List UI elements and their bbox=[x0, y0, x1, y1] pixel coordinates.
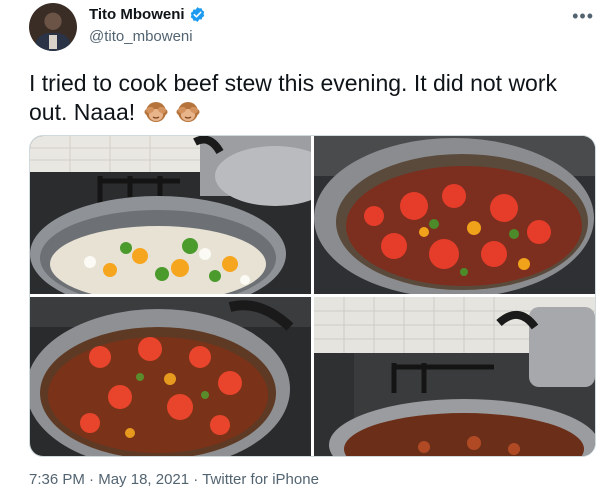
more-options-icon[interactable]: ••• bbox=[572, 6, 594, 27]
meta-separator: · bbox=[84, 471, 99, 488]
tweet-meta: 7:36 PM · May 18, 2021 · Twitter for iPh… bbox=[29, 471, 319, 488]
avatar-shirt bbox=[49, 35, 57, 49]
tweet-time[interactable]: 7:36 PM bbox=[29, 471, 85, 488]
photo-simmering-stew[interactable] bbox=[30, 297, 311, 456]
avatar[interactable] bbox=[29, 3, 77, 51]
tweet-source[interactable]: Twitter for iPhone bbox=[202, 471, 319, 488]
see-no-evil-monkey-icon bbox=[176, 102, 200, 122]
see-no-evil-monkey-icon bbox=[144, 102, 168, 122]
author-handle[interactable]: @tito_mboweni bbox=[89, 28, 193, 45]
author-name[interactable]: Tito Mboweni bbox=[89, 6, 185, 23]
media-grid bbox=[29, 135, 596, 457]
photo-tomatoes-in-pot[interactable] bbox=[314, 136, 595, 294]
photo-simmering-stew-image bbox=[30, 297, 311, 456]
tweet: Tito Mboweni @tito_mboweni ••• I tried t… bbox=[0, 0, 610, 503]
photo-raw-vegetables-image bbox=[30, 136, 311, 294]
meta-separator: · bbox=[189, 471, 203, 488]
author-name-row[interactable]: Tito Mboweni bbox=[89, 6, 206, 23]
photo-raw-vegetables-in-pot[interactable] bbox=[30, 136, 311, 294]
tweet-text: I tried to cook beef stew this evening. … bbox=[29, 69, 589, 127]
tweet-body: I tried to cook beef stew this evening. … bbox=[29, 70, 558, 125]
photo-stew-on-stove[interactable] bbox=[314, 297, 595, 456]
photo-stew-on-stove-image bbox=[314, 297, 595, 456]
verified-badge-icon bbox=[190, 7, 204, 22]
tweet-date[interactable]: May 18, 2021 bbox=[98, 471, 189, 488]
photo-tomatoes-image bbox=[314, 136, 595, 294]
